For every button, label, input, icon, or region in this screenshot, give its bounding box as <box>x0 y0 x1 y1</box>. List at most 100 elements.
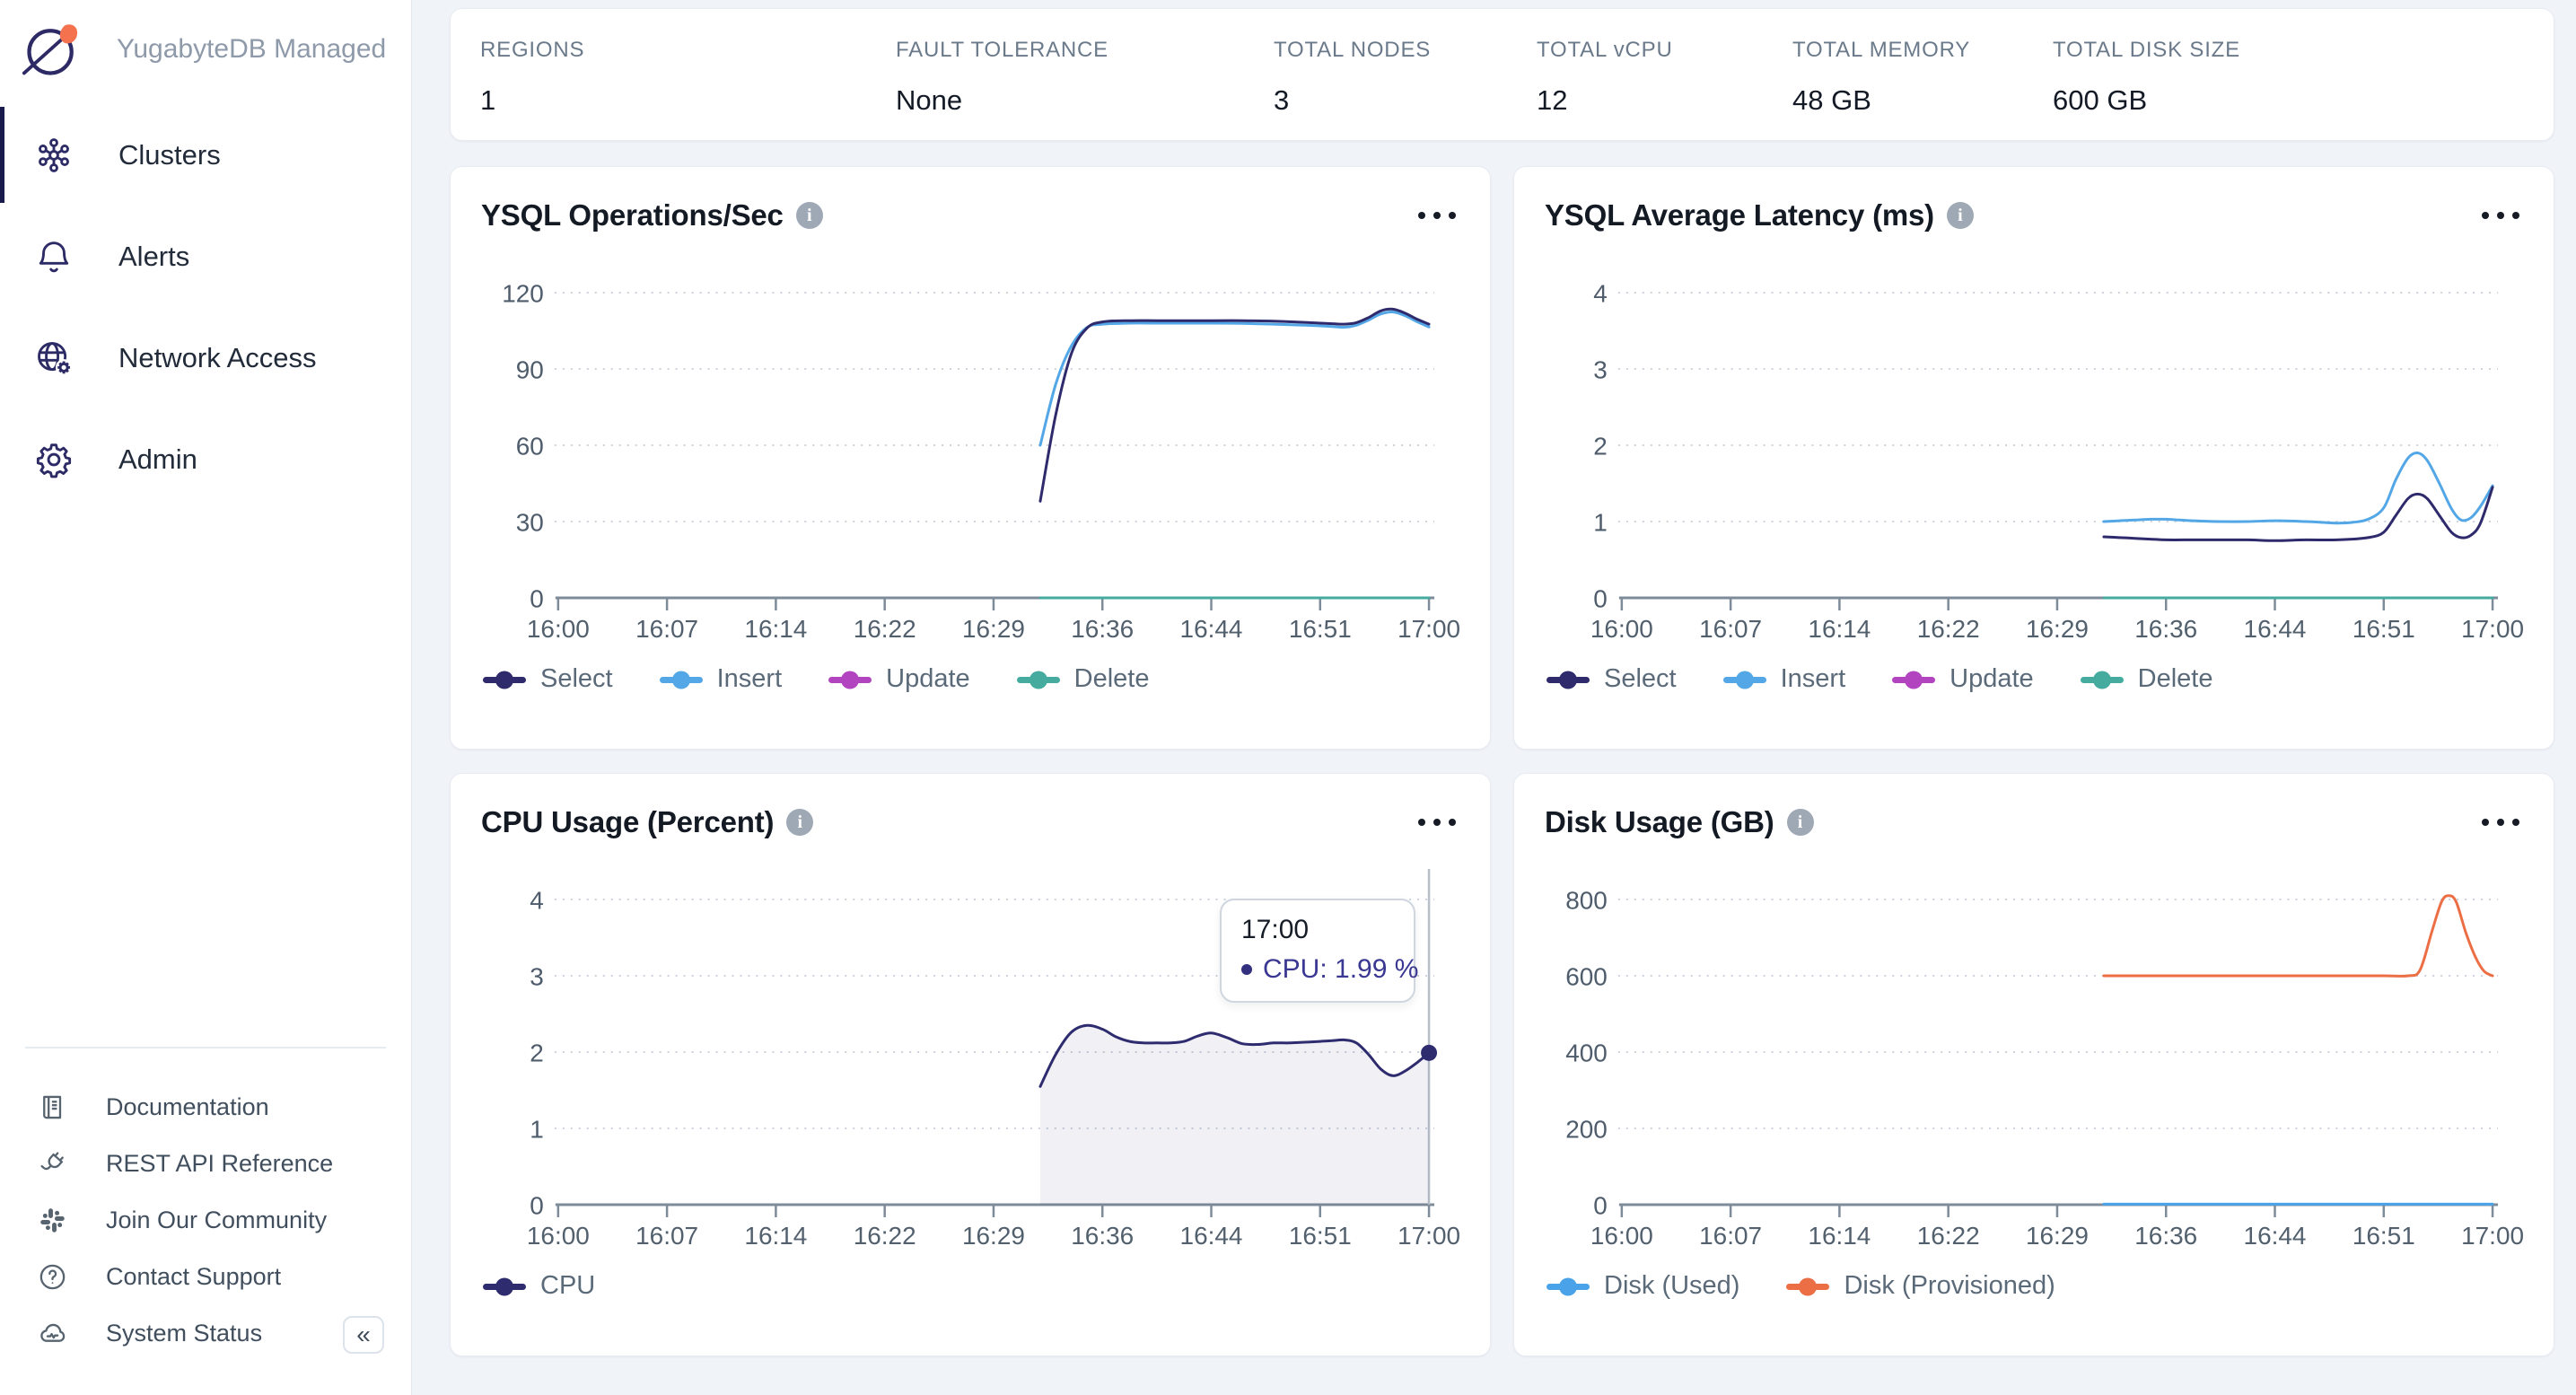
svg-text:16:22: 16:22 <box>1917 615 1980 641</box>
chart-title: YSQL Operations/Sec <box>481 198 784 232</box>
svg-text:1: 1 <box>1593 508 1608 536</box>
legend-marker <box>1892 670 1935 689</box>
legend-label: Select <box>1604 664 1677 694</box>
network-access-icon <box>33 338 74 379</box>
legend-label: Insert <box>1781 664 1846 694</box>
info-icon[interactable]: i <box>786 809 813 836</box>
system-status-icon <box>36 1317 69 1350</box>
svg-text:16:29: 16:29 <box>2026 1222 2089 1248</box>
chart-menu-button[interactable] <box>2478 808 2523 837</box>
collapse-chevrons-icon: « <box>356 1322 371 1347</box>
chart-card-header: Disk Usage (GB) i <box>1545 794 2523 851</box>
chart-card-header: YSQL Operations/Sec i <box>481 187 1459 244</box>
charts-grid: YSQL Operations/Sec i 030609012016:0016:… <box>450 166 2554 1356</box>
stat-label: TOTAL DISK SIZE <box>2053 38 2240 63</box>
sidebar-collapse-button[interactable]: « <box>343 1316 384 1354</box>
svg-text:16:44: 16:44 <box>1180 1222 1243 1248</box>
chart-card-header: CPU Usage (Percent) i <box>481 794 1459 851</box>
main-content: REGIONS 1 FAULT TOLERANCE None TOTAL NOD… <box>412 0 2576 1395</box>
tooltip-value: CPU: 1.99 % <box>1241 954 1394 985</box>
footer-item-label: Documentation <box>106 1093 269 1121</box>
chart-card-4: Disk Usage (GB) i 020040060080016:0016:0… <box>1513 773 2554 1356</box>
stat: REGIONS 1 <box>480 9 584 117</box>
legend-item-select: Select <box>483 664 613 694</box>
clusters-icon <box>33 135 74 176</box>
svg-text:16:36: 16:36 <box>2134 1222 2197 1248</box>
svg-text:90: 90 <box>516 355 544 383</box>
support-icon <box>36 1260 69 1294</box>
svg-text:16:07: 16:07 <box>1699 615 1762 641</box>
nav-item-label: Admin <box>118 443 197 476</box>
legend-marker <box>2081 670 2124 689</box>
svg-text:16:44: 16:44 <box>2244 1222 2307 1248</box>
chart-menu-button[interactable] <box>1415 201 1459 230</box>
svg-text:16:29: 16:29 <box>962 615 1025 641</box>
svg-text:16:22: 16:22 <box>854 615 916 641</box>
legend-item-insert: Insert <box>660 664 783 694</box>
stat-value: 3 <box>1274 84 1431 117</box>
svg-text:60: 60 <box>516 432 544 460</box>
admin-icon <box>33 439 74 480</box>
svg-text:16:51: 16:51 <box>1289 1222 1352 1248</box>
legend-marker <box>1723 670 1766 689</box>
svg-text:16:07: 16:07 <box>635 615 698 641</box>
svg-text:3: 3 <box>530 962 544 990</box>
legend-label: Disk (Used) <box>1604 1271 1739 1301</box>
svg-text:16:44: 16:44 <box>1180 615 1243 641</box>
footer-item-label: REST API Reference <box>106 1150 333 1178</box>
chart-menu-button[interactable] <box>2478 201 2523 230</box>
stat-value: 12 <box>1537 84 1673 117</box>
sidebar-item-admin[interactable]: Admin <box>0 408 411 510</box>
chart-legend: Select Insert Update Delete <box>483 664 1459 694</box>
info-icon[interactable]: i <box>1947 202 1974 229</box>
chart-canvas[interactable]: 020040060080016:0016:0716:1416:2216:2916… <box>1545 853 2523 1248</box>
legend-item-disk-provisioned: Disk (Provisioned) <box>1786 1271 2055 1301</box>
chart-menu-button[interactable] <box>1415 808 1459 837</box>
sidebar: YugabyteDB Managed Clusters Alerts Netwo… <box>0 0 412 1395</box>
legend-label: Delete <box>1074 664 1150 694</box>
chart-card-2: YSQL Average Latency (ms) i 0123416:0016… <box>1513 166 2554 750</box>
chart-legend: Disk (Used) Disk (Provisioned) <box>1546 1271 2523 1301</box>
sidebar-item-alerts[interactable]: Alerts <box>0 206 411 307</box>
legend-label: Update <box>1950 664 2034 694</box>
sidebar-footer-item-join-our-community[interactable]: Join Our Community <box>0 1192 411 1249</box>
svg-text:17:00: 17:00 <box>1398 1222 1459 1248</box>
svg-text:16:07: 16:07 <box>635 1222 698 1248</box>
info-icon[interactable]: i <box>796 202 823 229</box>
stat: TOTAL vCPU 12 <box>1537 9 1673 117</box>
chart-canvas[interactable]: 0123416:0016:0716:1416:2216:2916:3616:44… <box>1545 246 2523 641</box>
svg-text:16:00: 16:00 <box>527 615 590 641</box>
chart-card-1: YSQL Operations/Sec i 030609012016:0016:… <box>450 166 1491 750</box>
legend-item-update: Update <box>1892 664 2034 694</box>
svg-text:16:22: 16:22 <box>854 1222 916 1248</box>
stat: TOTAL MEMORY 48 GB <box>1792 9 1970 117</box>
legend-label: Disk (Provisioned) <box>1844 1271 2055 1301</box>
sidebar-footer-item-contact-support[interactable]: Contact Support <box>0 1249 411 1305</box>
app-logo: YugabyteDB Managed <box>0 0 411 83</box>
nav-item-label: Network Access <box>118 342 317 374</box>
legend-marker <box>1017 670 1060 689</box>
svg-text:30: 30 <box>516 508 544 536</box>
legend-marker <box>828 670 872 689</box>
svg-text:16:51: 16:51 <box>2353 1222 2415 1248</box>
chart-legend: CPU <box>483 1271 1459 1301</box>
chart-canvas[interactable]: 030609012016:0016:0716:1416:2216:2916:36… <box>481 246 1459 641</box>
sidebar-item-clusters[interactable]: Clusters <box>0 104 411 206</box>
sidebar-footer-item-documentation[interactable]: Documentation <box>0 1079 411 1136</box>
sidebar-footer: Documentation REST API Reference Join Ou… <box>0 1047 411 1362</box>
chart-card-header: YSQL Average Latency (ms) i <box>1545 187 2523 244</box>
svg-text:4: 4 <box>530 886 544 914</box>
info-icon[interactable]: i <box>1787 809 1814 836</box>
chart-card-3: CPU Usage (Percent) i 0123416:0016:0716:… <box>450 773 1491 1356</box>
sidebar-divider <box>25 1047 386 1048</box>
rest-api-icon <box>36 1147 69 1180</box>
svg-text:16:51: 16:51 <box>2353 615 2415 641</box>
documentation-icon <box>36 1091 69 1124</box>
sidebar-item-network-access[interactable]: Network Access <box>0 307 411 408</box>
svg-text:16:51: 16:51 <box>1289 615 1352 641</box>
sidebar-footer-item-rest-api-reference[interactable]: REST API Reference <box>0 1136 411 1192</box>
svg-text:16:07: 16:07 <box>1699 1222 1762 1248</box>
alerts-icon <box>33 236 74 277</box>
stats-bar: REGIONS 1 FAULT TOLERANCE None TOTAL NOD… <box>450 8 2554 141</box>
legend-item-update: Update <box>828 664 970 694</box>
